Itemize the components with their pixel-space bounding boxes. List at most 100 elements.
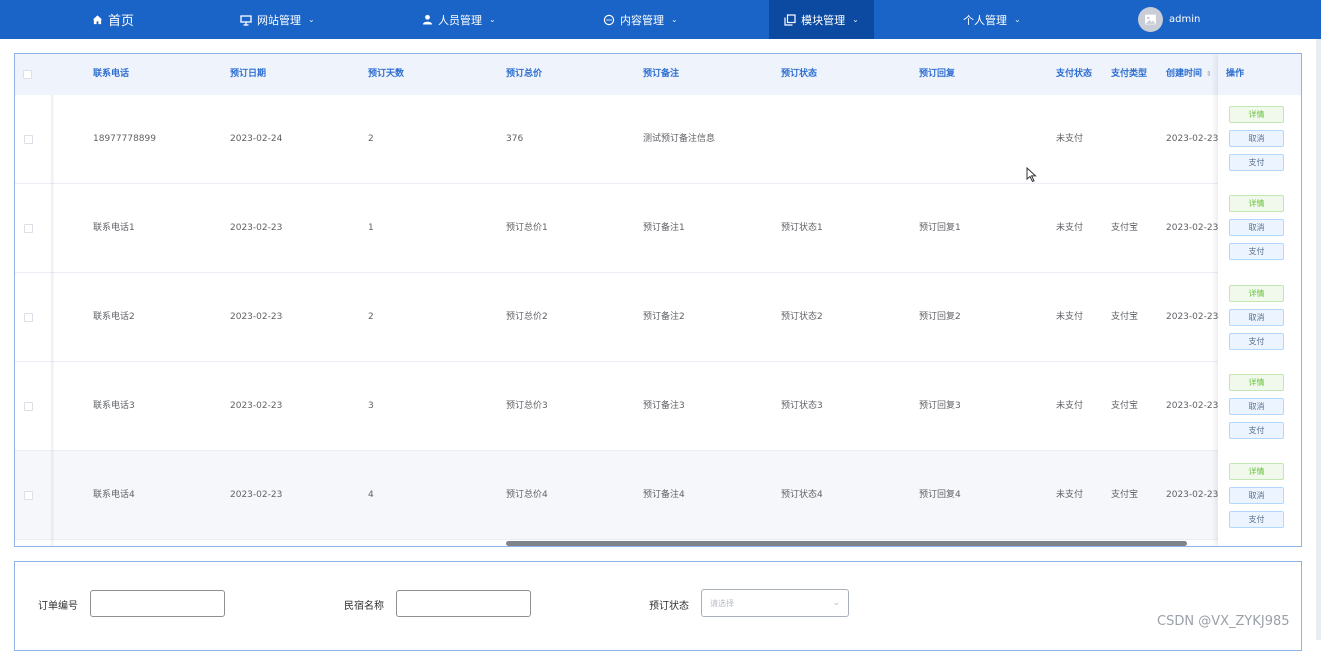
pay-button[interactable]: 支付 [1229, 422, 1284, 439]
table-row: 联系电话1 2023-02-23 1 预订总价1 预订备注1 预订状态1 预订回… [15, 184, 1301, 273]
pay-button[interactable]: 支付 [1229, 511, 1284, 528]
cell-phone: 联系电话1 [93, 223, 135, 233]
detail-button[interactable]: 详情 [1229, 285, 1284, 302]
cell-note: 预订备注3 [643, 401, 685, 411]
cell-date: 2023-02-24 [230, 134, 283, 144]
column-header[interactable]: 联系电话 [93, 54, 129, 95]
cancel-button[interactable]: 取消 [1229, 487, 1284, 504]
fixed-column-shadow [51, 95, 55, 546]
nav-module-management[interactable]: 模块管理 ⌄ [769, 0, 874, 39]
column-header[interactable]: 预订状态 [781, 54, 817, 95]
column-header[interactable]: 预订回复 [919, 54, 955, 95]
cell-status: 预订状态1 [781, 223, 823, 233]
homestay-name-input[interactable] [396, 590, 531, 617]
cell-created: 2023-02-23 [1166, 401, 1219, 411]
chevron-down-icon: ⌄ [489, 15, 496, 24]
column-header[interactable]: 支付状态 [1056, 54, 1092, 95]
column-header: 操作 [1226, 69, 1245, 79]
select-all-checkbox[interactable] [23, 70, 32, 79]
column-header[interactable]: 预订日期 [230, 54, 266, 95]
cell-total: 预订总价2 [506, 312, 548, 322]
row-actions: 详情 取消 支付 [1229, 463, 1285, 535]
row-actions: 详情 取消 支付 [1229, 195, 1285, 267]
column-header-created[interactable]: 创建时间 ⇕ [1166, 54, 1212, 95]
table-row: 联系电话2 2023-02-23 2 预订总价2 预订备注2 预订状态2 预订回… [15, 273, 1301, 362]
column-header: 创建时间 [1166, 69, 1203, 79]
horizontal-scrollbar[interactable] [506, 541, 1187, 546]
pay-button[interactable]: 支付 [1229, 243, 1284, 260]
nav-people-label: 人员管理 [438, 13, 482, 27]
column-header[interactable]: 预订天数 [368, 54, 404, 95]
row-checkbox[interactable] [24, 135, 33, 144]
cell-reply: 预订回复2 [919, 312, 961, 322]
cell-pay-status: 未支付 [1056, 312, 1084, 322]
nav-people-management[interactable]: 人员管理 ⌄ [422, 0, 496, 39]
cell-date: 2023-02-23 [230, 312, 283, 322]
pay-button[interactable]: 支付 [1229, 333, 1284, 350]
sort-icon[interactable]: ⇕ [1206, 70, 1212, 78]
chevron-down-icon: ⌄ [308, 15, 315, 24]
cell-days: 3 [368, 401, 374, 411]
cell-total: 预订总价4 [506, 490, 548, 500]
chevron-down-icon: ⌄ [1014, 15, 1021, 24]
cancel-button[interactable]: 取消 [1229, 309, 1284, 326]
order-no-label: 订单编号 [38, 601, 78, 612]
cell-reply: 预订回复3 [919, 401, 961, 411]
cell-phone: 联系电话2 [93, 312, 135, 322]
table-row: 联系电话3 2023-02-23 3 预订总价3 预订备注3 预订状态3 预订回… [15, 362, 1301, 451]
detail-button[interactable]: 详情 [1229, 374, 1284, 391]
cell-phone: 18977778899 [93, 134, 156, 144]
nav-content-management[interactable]: 内容管理 ⌄ [603, 0, 678, 39]
detail-button[interactable]: 详情 [1229, 106, 1284, 123]
cell-total: 预订总价3 [506, 401, 548, 411]
booking-status-select[interactable]: 请选择 ⌄ [701, 589, 849, 617]
row-checkbox[interactable] [24, 402, 33, 411]
column-header[interactable]: 预订总价 [506, 54, 542, 95]
cancel-button[interactable]: 取消 [1229, 398, 1284, 415]
user-menu[interactable]: admin [1138, 6, 1200, 33]
cell-status: 预订状态3 [781, 401, 823, 411]
page-scrollbar[interactable] [1316, 39, 1321, 640]
column-header[interactable]: 预订备注 [643, 54, 679, 95]
homestay-name-label: 民宿名称 [344, 601, 384, 612]
nav-personal-management[interactable]: 个人管理 ⌄ [963, 0, 1021, 39]
pay-button[interactable]: 支付 [1229, 154, 1284, 171]
nav-module-label: 模块管理 [801, 13, 846, 27]
cell-pay-type: 支付宝 [1111, 490, 1139, 500]
row-checkbox[interactable] [24, 313, 33, 322]
detail-button[interactable]: 详情 [1229, 463, 1284, 480]
row-checkbox[interactable] [24, 224, 33, 233]
cell-created: 2023-02-23 [1166, 312, 1219, 322]
nav-website-management[interactable]: 网站管理 ⌄ [240, 0, 315, 39]
cell-date: 2023-02-23 [230, 401, 283, 411]
cell-reply: 预订回复4 [919, 490, 961, 500]
cell-note: 测试预订备注信息 [643, 134, 716, 144]
cell-note: 预订备注4 [643, 490, 685, 500]
username: admin [1169, 14, 1201, 25]
cell-created: 2023-02-23 [1166, 490, 1219, 500]
cell-days: 4 [368, 490, 374, 500]
nav-home[interactable]: 首页 [92, 0, 134, 39]
detail-button[interactable]: 详情 [1229, 195, 1284, 212]
cancel-button[interactable]: 取消 [1229, 130, 1284, 147]
cell-reply: 预订回复1 [919, 223, 961, 233]
cancel-button[interactable]: 取消 [1229, 219, 1284, 236]
avatar [1138, 7, 1163, 32]
mouse-cursor-icon [1026, 167, 1037, 183]
cell-total: 预订总价1 [506, 223, 548, 233]
chevron-down-icon: ⌄ [852, 15, 859, 24]
cell-status: 预订状态4 [781, 490, 823, 500]
row-actions: 详情 取消 支付 [1229, 106, 1285, 178]
row-checkbox[interactable] [24, 491, 33, 500]
image-icon [1145, 14, 1156, 25]
column-header[interactable]: 支付类型 [1111, 54, 1147, 95]
cell-created: 2023-02-23 [1166, 223, 1219, 233]
order-table: 联系电话 预订日期 预订天数 预订总价 预订备注 预订状态 预订回复 支付状态 … [14, 53, 1302, 547]
table-row: 联系电话4 2023-02-23 4 预订总价4 预订备注4 预订状态4 预订回… [15, 451, 1301, 540]
select-placeholder: 请选择 [710, 598, 734, 608]
cell-date: 2023-02-23 [230, 490, 283, 500]
home-icon [92, 15, 103, 25]
chevron-down-icon: ⌄ [832, 598, 840, 608]
order-no-input[interactable] [90, 590, 225, 617]
cell-status: 预订状态2 [781, 312, 823, 322]
